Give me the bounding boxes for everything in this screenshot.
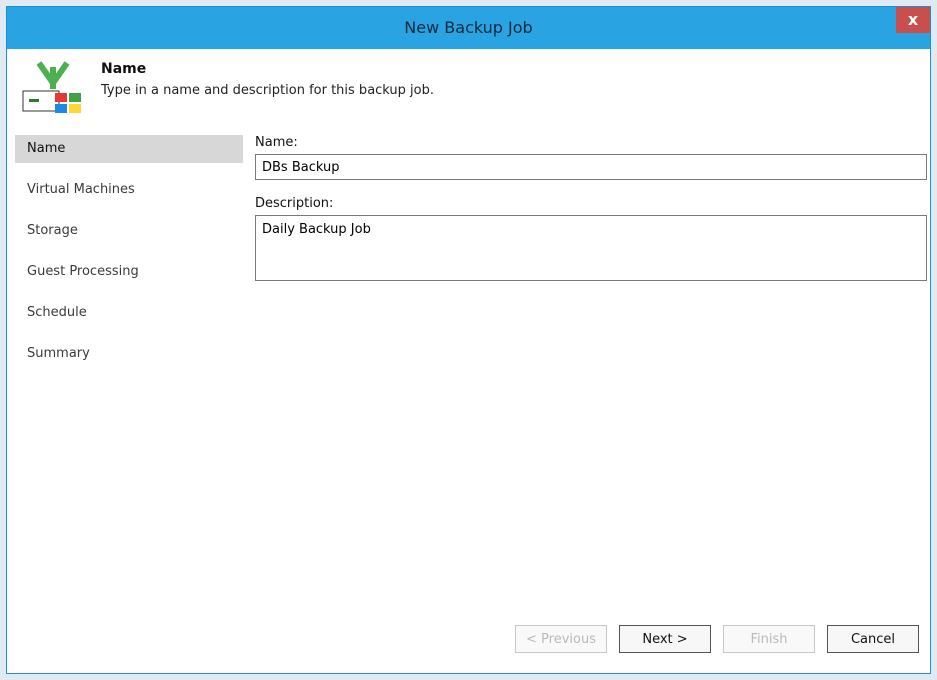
name-input[interactable] [255,154,927,180]
previous-button[interactable]: < Previous [515,625,607,653]
step-name[interactable]: Name [15,135,243,163]
backup-arrow-icon [22,61,81,113]
step-virtual-machines[interactable]: Virtual Machines [7,176,243,204]
finish-button[interactable]: Finish [723,625,815,653]
wizard-header: Name Type in a name and description for … [7,49,930,133]
name-label: Name: [255,135,298,150]
description-label: Description: [255,196,334,211]
page-description: Type in a name and description for this … [101,83,435,98]
new-backup-job-window: New Backup Job x Name Type in a name and… [6,6,931,674]
cancel-button[interactable]: Cancel [827,625,919,653]
step-summary[interactable]: Summary [7,340,243,368]
wizard-steps: Name Virtual Machines Storage Guest Proc… [7,135,243,381]
step-guest-processing[interactable]: Guest Processing [7,258,243,286]
step-schedule[interactable]: Schedule [7,299,243,327]
next-button[interactable]: Next > [619,625,711,653]
step-storage[interactable]: Storage [7,217,243,245]
title-bar[interactable]: New Backup Job x [7,7,930,49]
window-title: New Backup Job [404,18,533,37]
close-button[interactable]: x [896,7,930,33]
name-form: Name: Description: Daily Backup Job [255,135,931,285]
description-input[interactable]: Daily Backup Job [255,215,927,281]
wizard-footer: < Previous Next > Finish Cancel [7,605,930,673]
page-title: Name [101,61,147,77]
